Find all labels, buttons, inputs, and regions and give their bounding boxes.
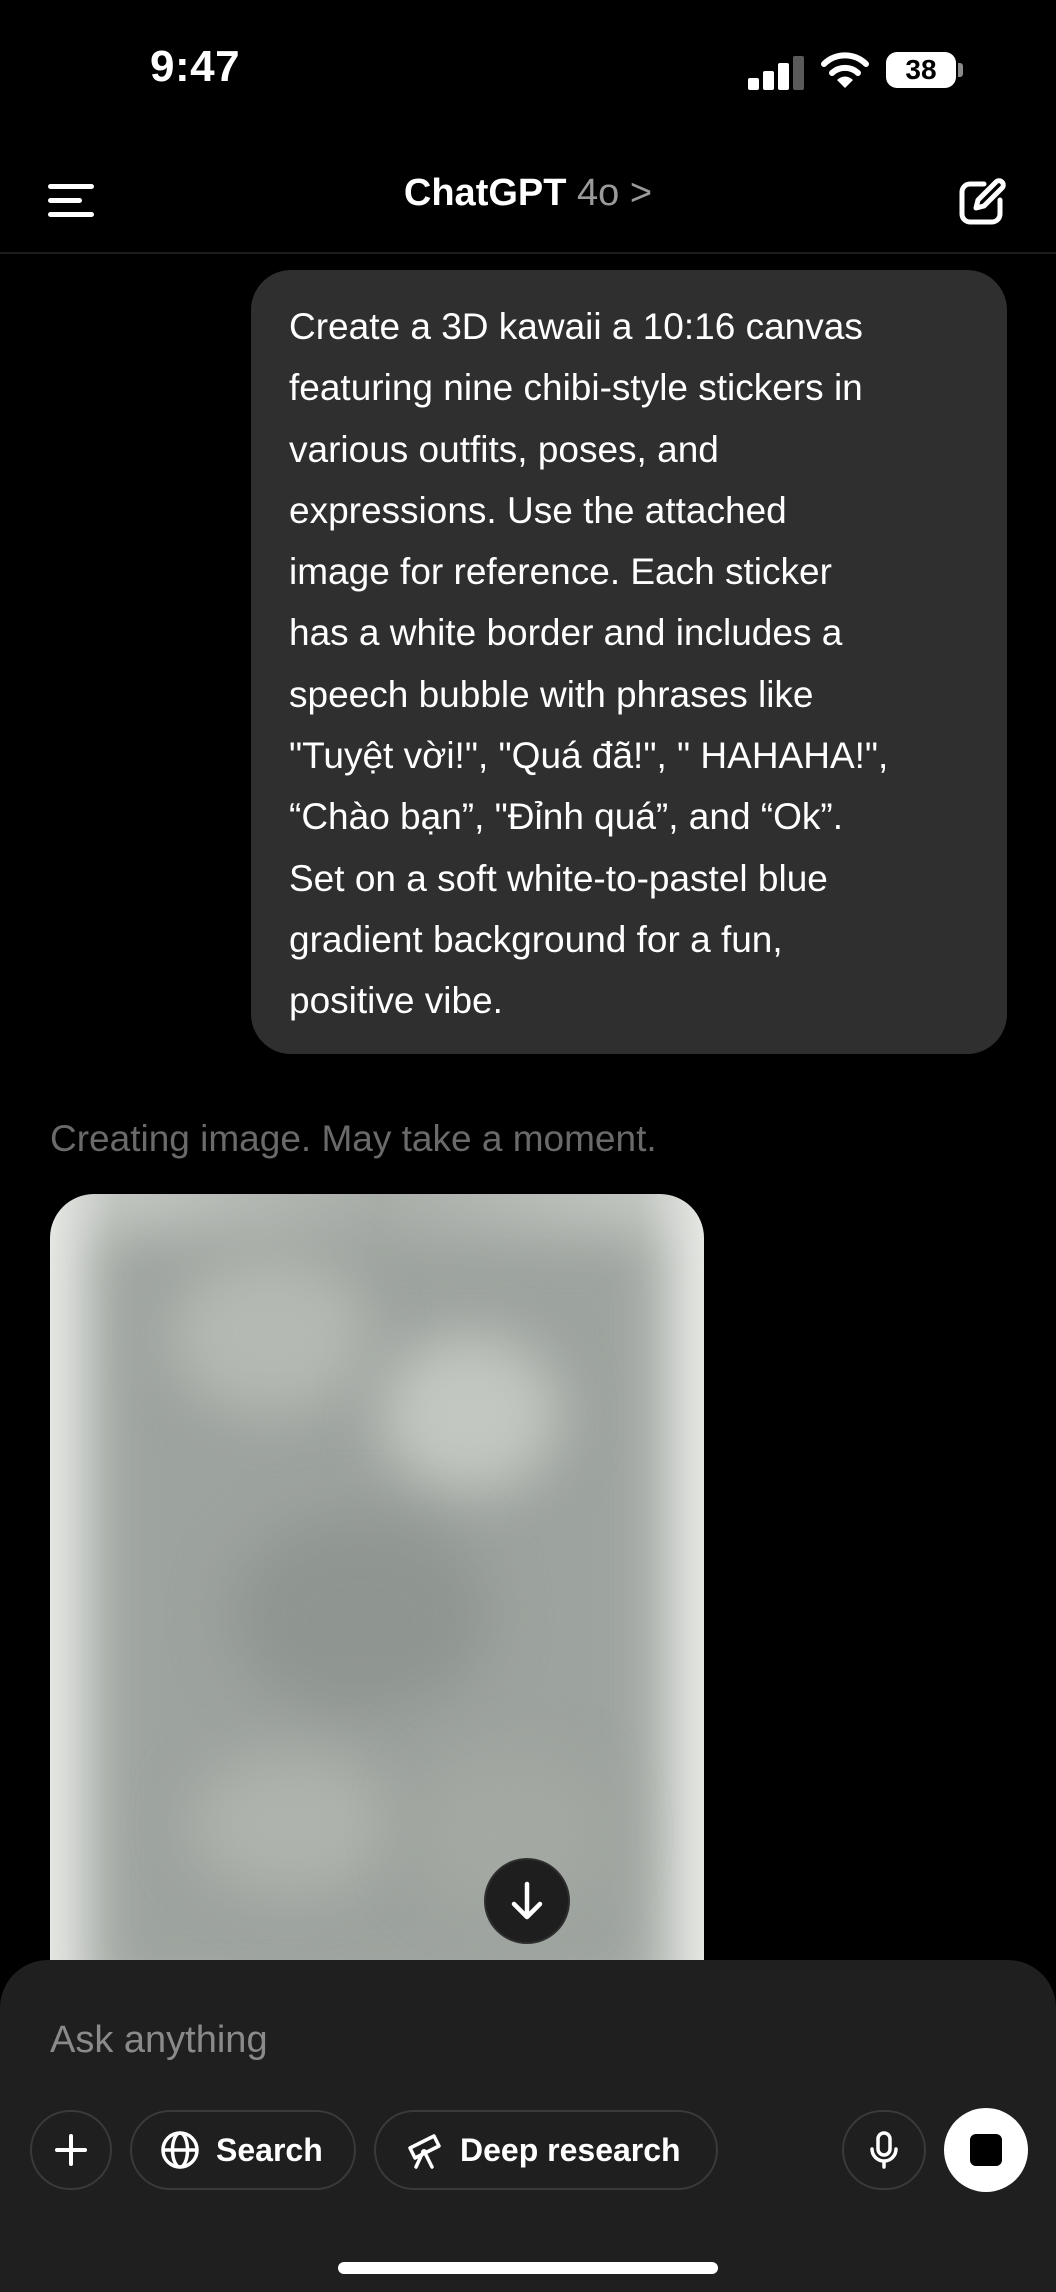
mic-button[interactable] (842, 2110, 926, 2190)
message-line: gradient background for a fun, (289, 918, 783, 960)
deep-research-button[interactable]: Deep research (374, 2110, 718, 2190)
message-line: "Tuyệt vời!", "Quá đã!", " HAHAHA!", (289, 735, 889, 777)
search-label: Search (216, 2131, 323, 2168)
blur-blob (190, 1754, 390, 1894)
message-line: “Chào bạn”, "Đỉnh quá”, and “Ok”. (289, 796, 844, 838)
deep-research-label: Deep research (460, 2131, 681, 2168)
message-line: Create a 3D kawaii a 10:16 canvas (289, 306, 863, 347)
model-name: 4o (577, 172, 620, 214)
model-selector[interactable]: ChatGPT 4o > (0, 172, 1056, 215)
message-line: Set on a soft white-to-pastel blue (289, 857, 828, 899)
message-line: expressions. Use the attached (289, 489, 787, 531)
scroll-down-button[interactable] (484, 1858, 570, 1944)
arrow-down-icon (511, 1881, 543, 1920)
message-line: has a white border and includes a (289, 612, 843, 654)
generating-image-preview (50, 1194, 704, 1994)
message-line: positive vibe. (289, 980, 503, 1022)
app-title: ChatGPT (403, 172, 567, 214)
header-divider (0, 252, 1056, 254)
message-line: image for reference. Each sticker (289, 551, 832, 593)
stop-icon (970, 2134, 1002, 2166)
battery-icon: 38 (886, 52, 956, 88)
user-message-bubble: Create a 3D kawaii a 10:16 canvas featuri… (251, 270, 1007, 1054)
assistant-status: Creating image. May take a moment. (50, 1118, 657, 1159)
stop-generation-button[interactable] (944, 2108, 1028, 2192)
telescope-icon (408, 2134, 441, 2169)
blur-blob (170, 1254, 370, 1414)
blur-blob (230, 1514, 490, 1714)
globe-icon (161, 2131, 199, 2169)
mic-icon (870, 2131, 898, 2169)
signal-icon (748, 56, 804, 90)
new-chat-icon[interactable] (954, 174, 1010, 230)
home-indicator (338, 2262, 718, 2274)
battery-cap (958, 63, 963, 77)
message-line: featuring nine chibi-style stickers in (289, 367, 863, 409)
chevron-right-icon: > (629, 172, 653, 214)
user-message-text: Create a 3D kawaii a 10:16 canvas featuri… (289, 296, 969, 1032)
message-line: various outfits, poses, and (289, 428, 719, 470)
message-input[interactable] (50, 2010, 850, 2070)
message-line: speech bubble with phrases like (289, 673, 814, 715)
attach-button[interactable] (30, 2110, 112, 2190)
blur-blob (380, 1334, 560, 1494)
search-button[interactable]: Search (130, 2110, 356, 2190)
wifi-icon (821, 52, 869, 88)
plus-icon (55, 2134, 87, 2166)
status-time: 9:47 (150, 42, 241, 91)
